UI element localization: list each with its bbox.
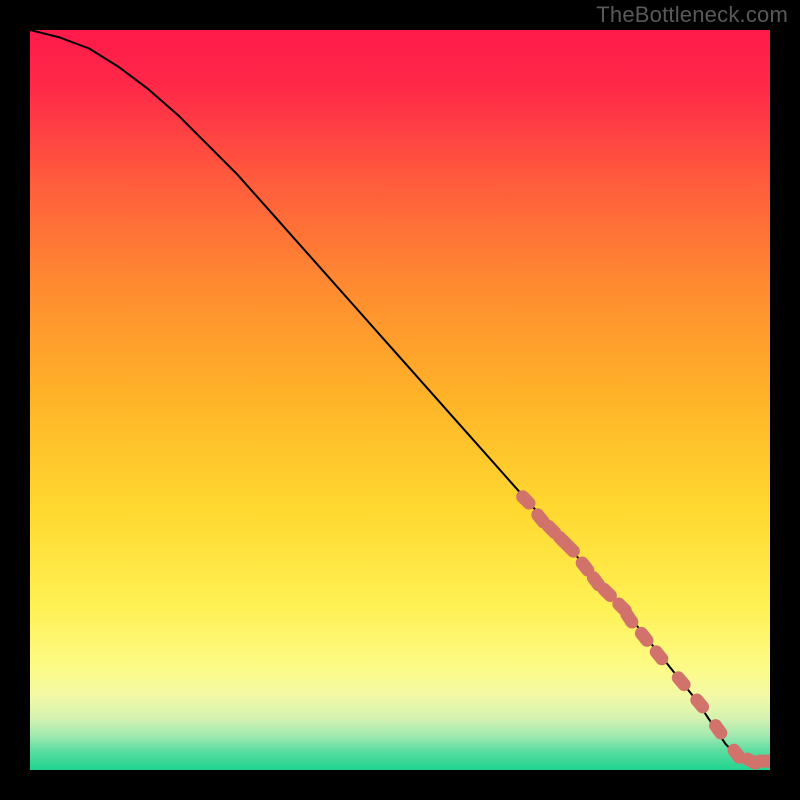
chart-frame: TheBottleneck.com — [0, 0, 800, 800]
dot — [669, 669, 693, 694]
watermark-text: TheBottleneck.com — [596, 2, 788, 28]
chart-svg — [30, 30, 770, 770]
plot-area — [30, 30, 770, 770]
highlight-dots — [513, 488, 770, 770]
dot — [753, 755, 770, 768]
